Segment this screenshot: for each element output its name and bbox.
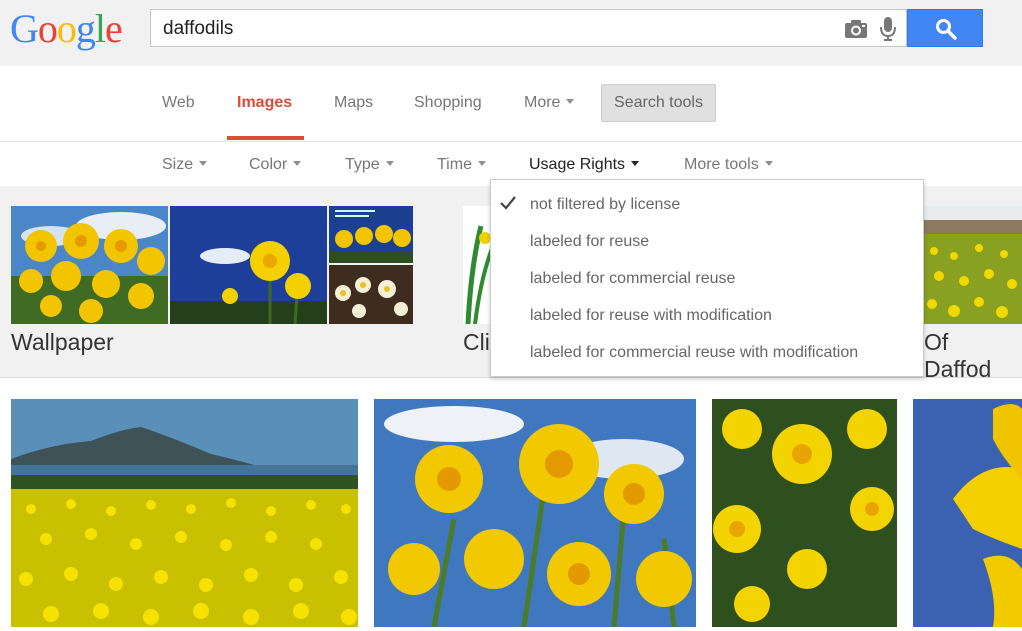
- search-icon: [936, 19, 957, 40]
- cluster-image[interactable]: [170, 206, 327, 324]
- tool-more-tools[interactable]: More tools: [684, 156, 773, 174]
- chevron-down-icon: [477, 160, 486, 166]
- tool-type[interactable]: Type: [345, 156, 394, 174]
- check-icon: [500, 196, 516, 210]
- tool-color-label: Color: [249, 156, 288, 173]
- chevron-down-icon: [293, 160, 302, 166]
- google-logo[interactable]: Google: [10, 6, 123, 52]
- tool-type-label: Type: [345, 156, 380, 173]
- tab-maps[interactable]: Maps: [334, 94, 373, 112]
- search-tools-button[interactable]: Search tools: [601, 84, 716, 122]
- active-tab-indicator: [227, 136, 304, 140]
- usage-rights-item-commercial-reuse-modification[interactable]: labeled for commercial reuse with modifi…: [530, 344, 858, 362]
- cluster-label-clipart[interactable]: Cli: [463, 329, 490, 356]
- tool-usage-rights-label: Usage Rights: [529, 156, 626, 173]
- usage-rights-item-not-filtered[interactable]: not filtered by license: [530, 196, 680, 214]
- result-image[interactable]: [712, 399, 897, 627]
- mic-icon[interactable]: [879, 16, 897, 42]
- chevron-down-icon: [631, 160, 640, 166]
- tab-web[interactable]: Web: [162, 94, 195, 112]
- tool-time[interactable]: Time: [437, 156, 486, 174]
- result-image[interactable]: [11, 399, 358, 627]
- tab-more[interactable]: More: [524, 94, 575, 112]
- tool-time-label: Time: [437, 156, 472, 173]
- search-input[interactable]: [163, 17, 823, 41]
- tab-shopping[interactable]: Shopping: [414, 94, 482, 112]
- cluster-image[interactable]: [329, 265, 413, 324]
- search-box[interactable]: [150, 9, 907, 47]
- cluster-image[interactable]: [924, 206, 1022, 324]
- result-image[interactable]: [913, 399, 1022, 627]
- tool-more-tools-label: More tools: [684, 156, 759, 173]
- cluster-image[interactable]: [11, 206, 168, 324]
- usage-rights-item-reuse[interactable]: labeled for reuse: [530, 233, 649, 251]
- tool-usage-rights[interactable]: Usage Rights: [529, 156, 640, 174]
- usage-rights-item-commercial-reuse[interactable]: labeled for commercial reuse: [530, 270, 735, 288]
- cluster-image[interactable]: [463, 206, 493, 324]
- usage-rights-menu: not filtered by license labeled for reus…: [490, 179, 924, 377]
- chevron-down-icon: [566, 98, 575, 104]
- usage-rights-item-reuse-modification[interactable]: labeled for reuse with modification: [530, 307, 772, 325]
- tool-size-label: Size: [162, 156, 194, 173]
- tool-color[interactable]: Color: [249, 156, 302, 174]
- cluster-image[interactable]: [329, 206, 413, 263]
- chevron-down-icon: [199, 160, 208, 166]
- search-tabs: Web Images Maps Shopping More Search too…: [0, 66, 1022, 142]
- tab-images[interactable]: Images: [237, 94, 292, 112]
- camera-icon[interactable]: [844, 19, 868, 39]
- search-button[interactable]: [907, 9, 983, 47]
- tab-more-label: More: [524, 94, 561, 111]
- cluster-label-field[interactable]: Of Daffod: [924, 329, 1022, 383]
- top-bar: Google: [0, 0, 1022, 66]
- tool-size[interactable]: Size: [162, 156, 208, 174]
- cluster-label-wallpaper[interactable]: Wallpaper: [11, 329, 114, 356]
- result-image[interactable]: [374, 399, 696, 627]
- chevron-down-icon: [764, 160, 773, 166]
- chevron-down-icon: [385, 160, 394, 166]
